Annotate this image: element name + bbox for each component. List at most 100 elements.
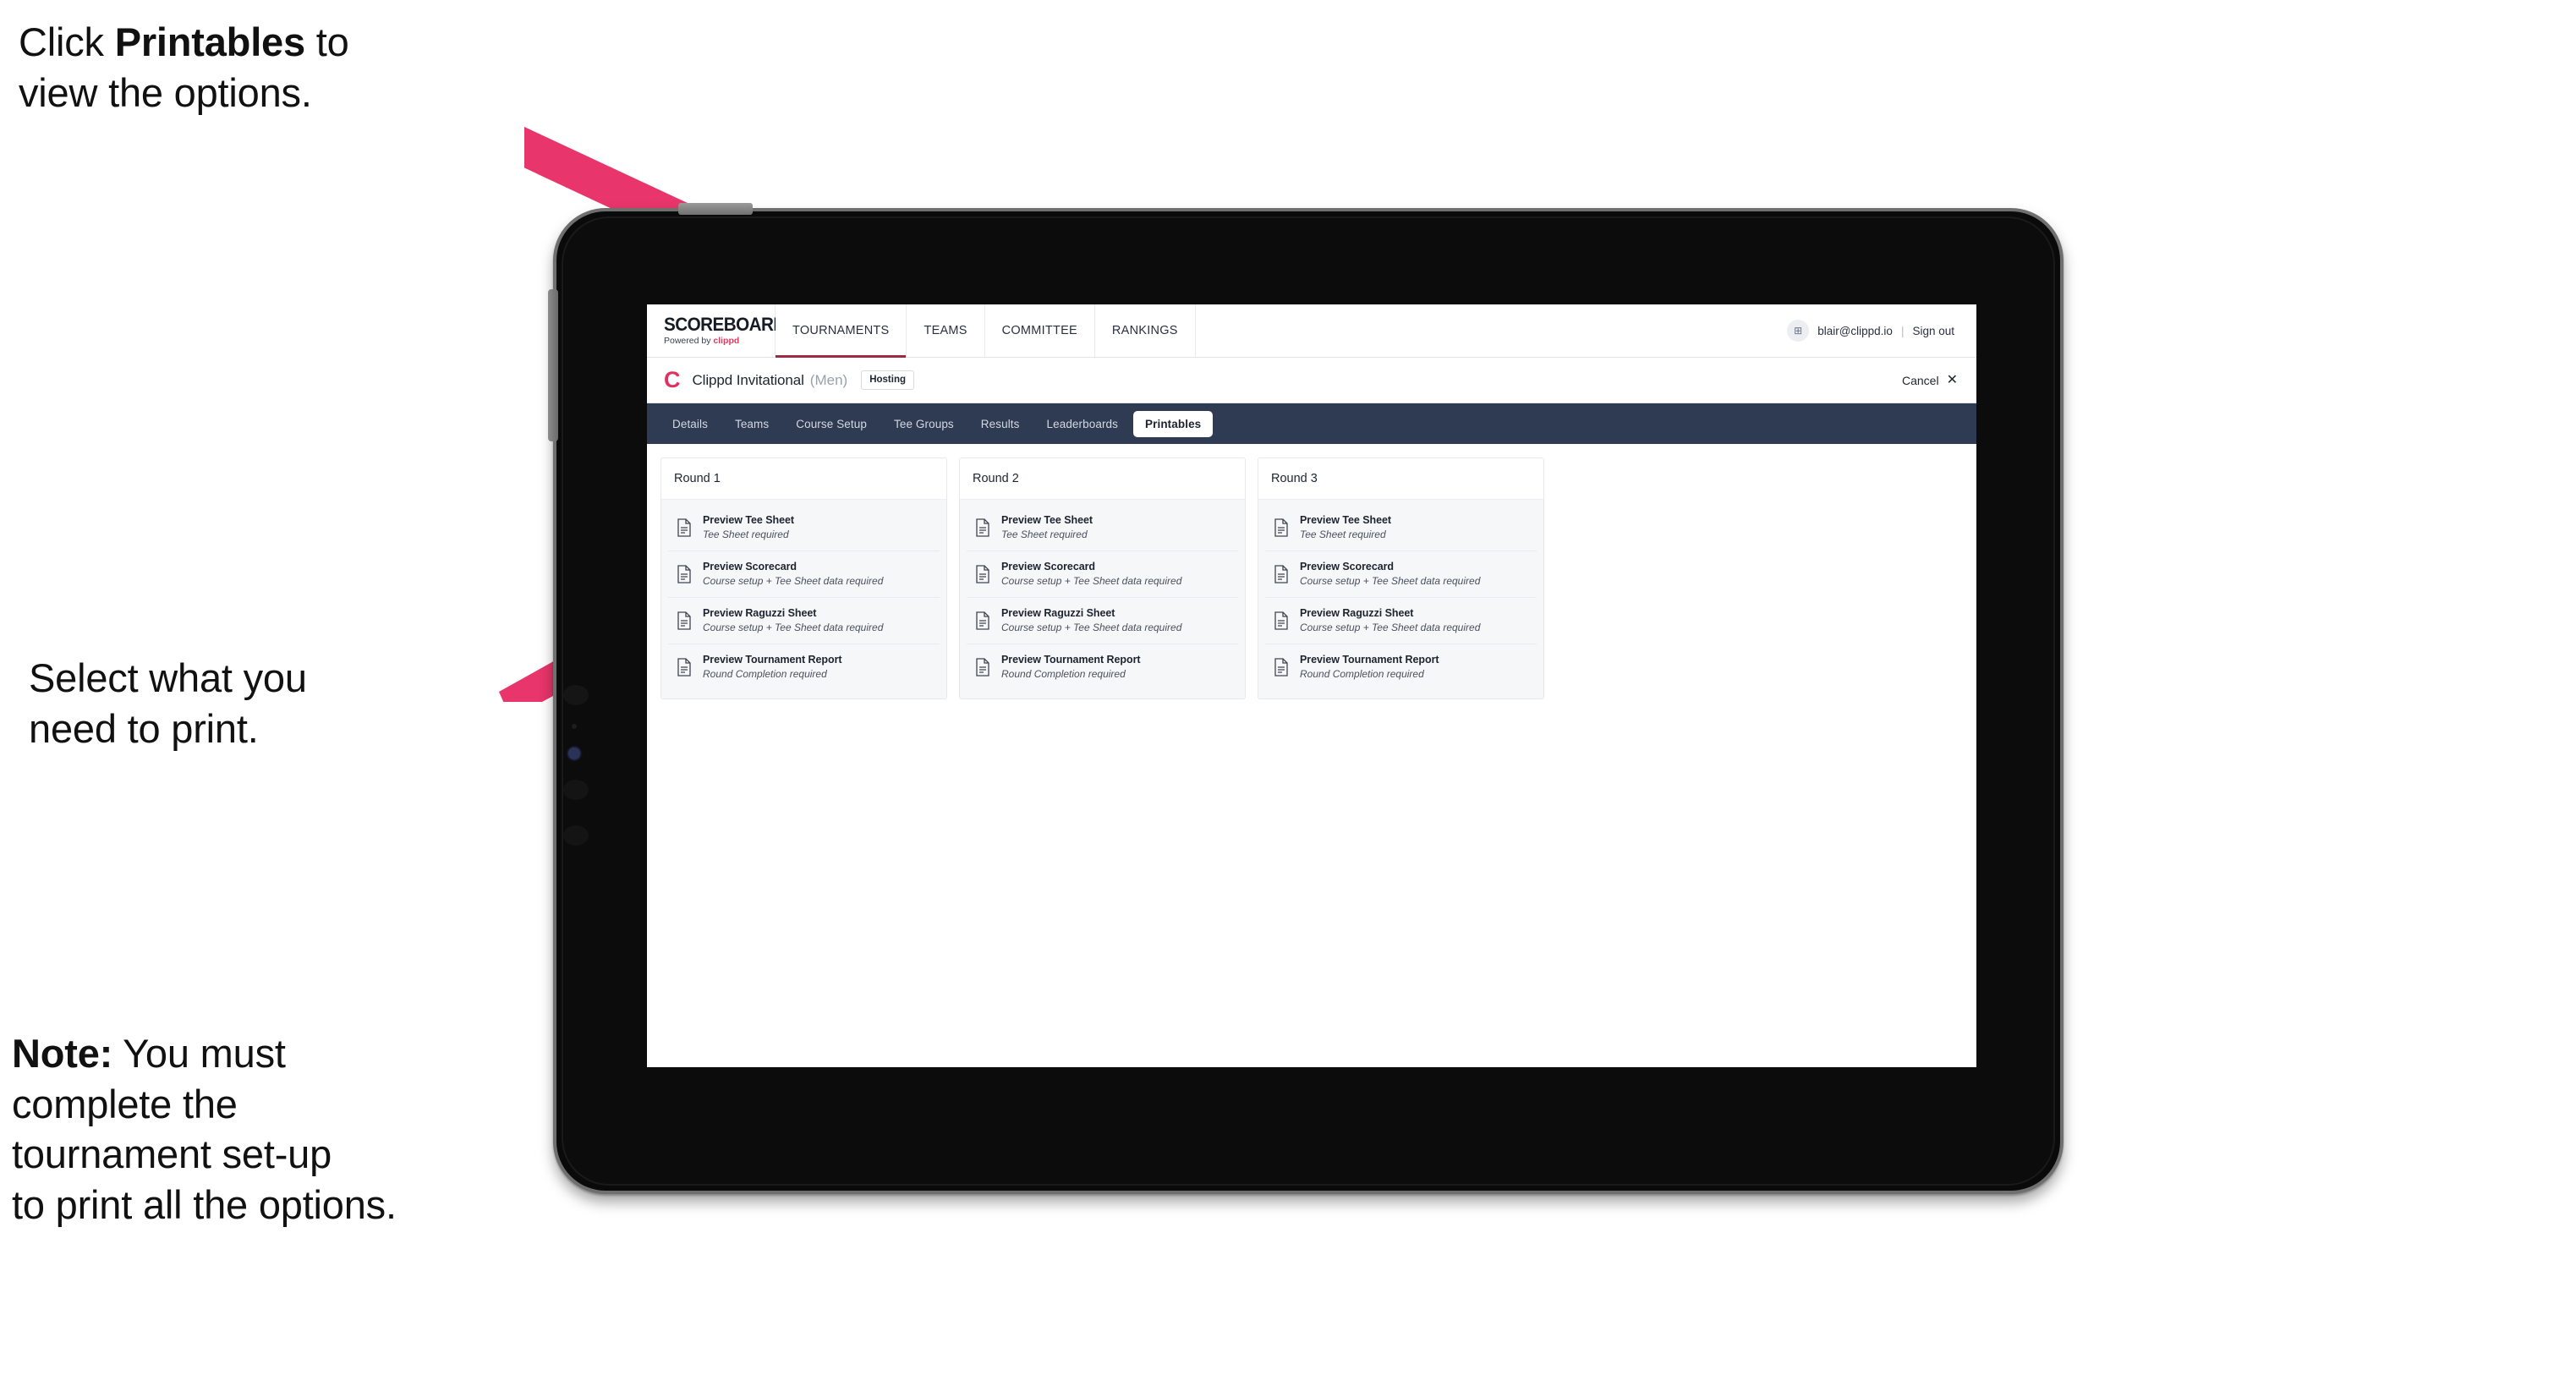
cancel-button[interactable]: Cancel ✕ — [1902, 372, 1958, 387]
sign-out-link[interactable]: Sign out — [1912, 325, 1954, 337]
printable-title: Preview Tee Sheet — [703, 514, 795, 526]
tab-leaderboards[interactable]: Leaderboards — [1035, 411, 1131, 437]
printable-title: Preview Raguzzi Sheet — [1300, 606, 1414, 619]
brand-sub-accent: clippd — [713, 336, 740, 347]
printable-title: Preview Raguzzi Sheet — [1001, 606, 1115, 619]
document-icon — [677, 565, 691, 583]
printable-requirement: Tee Sheet required — [1300, 528, 1386, 540]
printable-requirement: Course setup + Tee Sheet data required — [1300, 621, 1481, 633]
round-title: Round 1 — [661, 458, 946, 500]
document-icon — [976, 518, 989, 537]
printable-requirement: Round Completion required — [703, 667, 827, 680]
printable-item-tournament-report[interactable]: Preview Tournament Report Round Completi… — [967, 644, 1238, 690]
front-camera-icon — [568, 748, 580, 759]
volume-rocker-button[interactable] — [678, 203, 753, 215]
nav-tab-tournaments[interactable]: TOURNAMENTS — [776, 304, 907, 358]
round-title: Round 3 — [1258, 458, 1543, 500]
avatar[interactable]: ⊞ — [1787, 320, 1810, 342]
tournament-name: Clippd Invitational — [692, 371, 804, 388]
document-icon — [976, 658, 989, 677]
brand-title: SCOREBOARD — [664, 314, 786, 336]
user-email: blair@clippd.io — [1817, 324, 1893, 337]
document-icon — [677, 518, 691, 537]
round-item-list: Preview Tee Sheet Tee Sheet required Pre… — [960, 500, 1245, 698]
document-icon — [1274, 658, 1288, 677]
printable-requirement: Tee Sheet required — [703, 528, 789, 540]
user-account-area: ⊞ blair@clippd.io | Sign out — [1787, 304, 1976, 357]
tab-printables[interactable]: Printables — [1133, 410, 1214, 437]
printable-item-scorecard[interactable]: Preview Scorecard Course setup + Tee She… — [967, 551, 1238, 598]
document-icon — [976, 611, 989, 630]
printable-requirement: Course setup + Tee Sheet data required — [1001, 574, 1182, 587]
printables-content: Round 1 Preview Tee Sheet Tee Sheet requ… — [647, 444, 1976, 1067]
printable-requirement: Course setup + Tee Sheet data required — [1300, 574, 1481, 587]
document-icon — [1274, 518, 1288, 537]
brand-subtitle: Powered by clippd — [664, 337, 775, 346]
printable-title: Preview Tournament Report — [1300, 653, 1439, 666]
section-tab-strip: Details Teams Course Setup Tee Groups Re… — [647, 403, 1976, 444]
printable-title: Preview Scorecard — [703, 560, 797, 572]
nav-tab-teams[interactable]: TEAMS — [907, 304, 985, 357]
document-icon — [1274, 611, 1288, 630]
printable-item-scorecard[interactable]: Preview Scorecard Course setup + Tee She… — [1265, 551, 1537, 598]
scoreboard-logo[interactable]: SCOREBOARD Powered by clippd — [647, 304, 786, 357]
tablet-screen: SCOREBOARD Powered by clippd TOURNAMENTS… — [647, 304, 1976, 1067]
side-button-bottom[interactable] — [563, 825, 589, 846]
sensor-dot — [572, 724, 577, 729]
printable-title: Preview Raguzzi Sheet — [703, 606, 817, 619]
printable-item-tee-sheet[interactable]: Preview Tee Sheet Tee Sheet required — [1265, 505, 1537, 551]
tab-teams[interactable]: Teams — [723, 411, 781, 437]
printable-title: Preview Scorecard — [1001, 560, 1096, 572]
side-antenna-strip — [548, 289, 558, 441]
printable-title: Preview Tournament Report — [703, 653, 842, 666]
annotation-click-printables: Click Printables to view the options. — [19, 19, 349, 115]
round-item-list: Preview Tee Sheet Tee Sheet required Pre… — [661, 500, 946, 698]
top-nav-tab-list: TOURNAMENTS TEAMS COMMITTEE RANKINGS — [776, 304, 1196, 358]
printable-item-tee-sheet[interactable]: Preview Tee Sheet Tee Sheet required — [668, 505, 940, 551]
top-navigation-bar: SCOREBOARD Powered by clippd TOURNAMENTS… — [647, 304, 1976, 358]
printable-requirement: Round Completion required — [1001, 667, 1126, 680]
printable-requirement: Course setup + Tee Sheet data required — [1001, 621, 1182, 633]
side-button-top[interactable] — [563, 685, 589, 705]
side-button-middle[interactable] — [563, 780, 589, 800]
document-icon — [677, 611, 691, 630]
nav-tab-rankings[interactable]: RANKINGS — [1094, 304, 1196, 357]
printable-requirement: Course setup + Tee Sheet data required — [703, 621, 884, 633]
printable-requirement: Tee Sheet required — [1001, 528, 1088, 540]
document-icon — [1274, 565, 1288, 583]
printable-item-tournament-report[interactable]: Preview Tournament Report Round Completi… — [668, 644, 940, 690]
printable-title: Preview Tee Sheet — [1001, 514, 1093, 526]
round-title: Round 2 — [960, 458, 1245, 500]
close-icon: ✕ — [1946, 372, 1958, 387]
brand-sub-prefix: Powered by — [664, 336, 714, 347]
printable-item-tournament-report[interactable]: Preview Tournament Report Round Completi… — [1265, 644, 1537, 690]
printable-item-raguzzi-sheet[interactable]: Preview Raguzzi Sheet Course setup + Tee… — [668, 598, 940, 644]
annotation-select-to-print: Select what you need to print. — [29, 655, 307, 751]
tournament-header-bar: C Clippd Invitational (Men) Hosting Canc… — [647, 358, 1976, 403]
printable-item-raguzzi-sheet[interactable]: Preview Raguzzi Sheet Course setup + Tee… — [1265, 598, 1537, 644]
tab-course-setup[interactable]: Course Setup — [784, 411, 879, 437]
status-badge: Hosting — [861, 370, 915, 391]
tab-details[interactable]: Details — [660, 411, 720, 437]
printable-title: Preview Scorecard — [1300, 560, 1395, 572]
tab-tee-groups[interactable]: Tee Groups — [882, 411, 966, 437]
tournament-gender: (Men) — [809, 371, 848, 388]
clippd-logo-icon: C — [664, 367, 681, 392]
tab-results[interactable]: Results — [969, 411, 1032, 437]
printable-item-scorecard[interactable]: Preview Scorecard Course setup + Tee She… — [668, 551, 940, 598]
cancel-label: Cancel — [1902, 373, 1939, 387]
printable-title: Preview Tee Sheet — [1300, 514, 1392, 526]
printable-item-tee-sheet[interactable]: Preview Tee Sheet Tee Sheet required — [967, 505, 1238, 551]
printable-requirement: Round Completion required — [1300, 667, 1424, 680]
tablet-device-frame: SCOREBOARD Powered by clippd TOURNAMENTS… — [548, 203, 2064, 1194]
nav-tab-committee[interactable]: COMMITTEE — [984, 304, 1095, 357]
round-item-list: Preview Tee Sheet Tee Sheet required Pre… — [1258, 500, 1543, 698]
document-icon — [976, 565, 989, 583]
document-icon — [677, 658, 691, 677]
printable-requirement: Course setup + Tee Sheet data required — [703, 574, 884, 587]
round-column: Round 1 Preview Tee Sheet Tee Sheet requ… — [660, 457, 947, 699]
printable-item-raguzzi-sheet[interactable]: Preview Raguzzi Sheet Course setup + Tee… — [967, 598, 1238, 644]
printable-title: Preview Tournament Report — [1001, 653, 1141, 666]
round-column: Round 3 Preview Tee Sheet Tee Sheet requ… — [1258, 457, 1544, 699]
round-column: Round 2 Preview Tee Sheet Tee Sheet requ… — [959, 457, 1246, 699]
